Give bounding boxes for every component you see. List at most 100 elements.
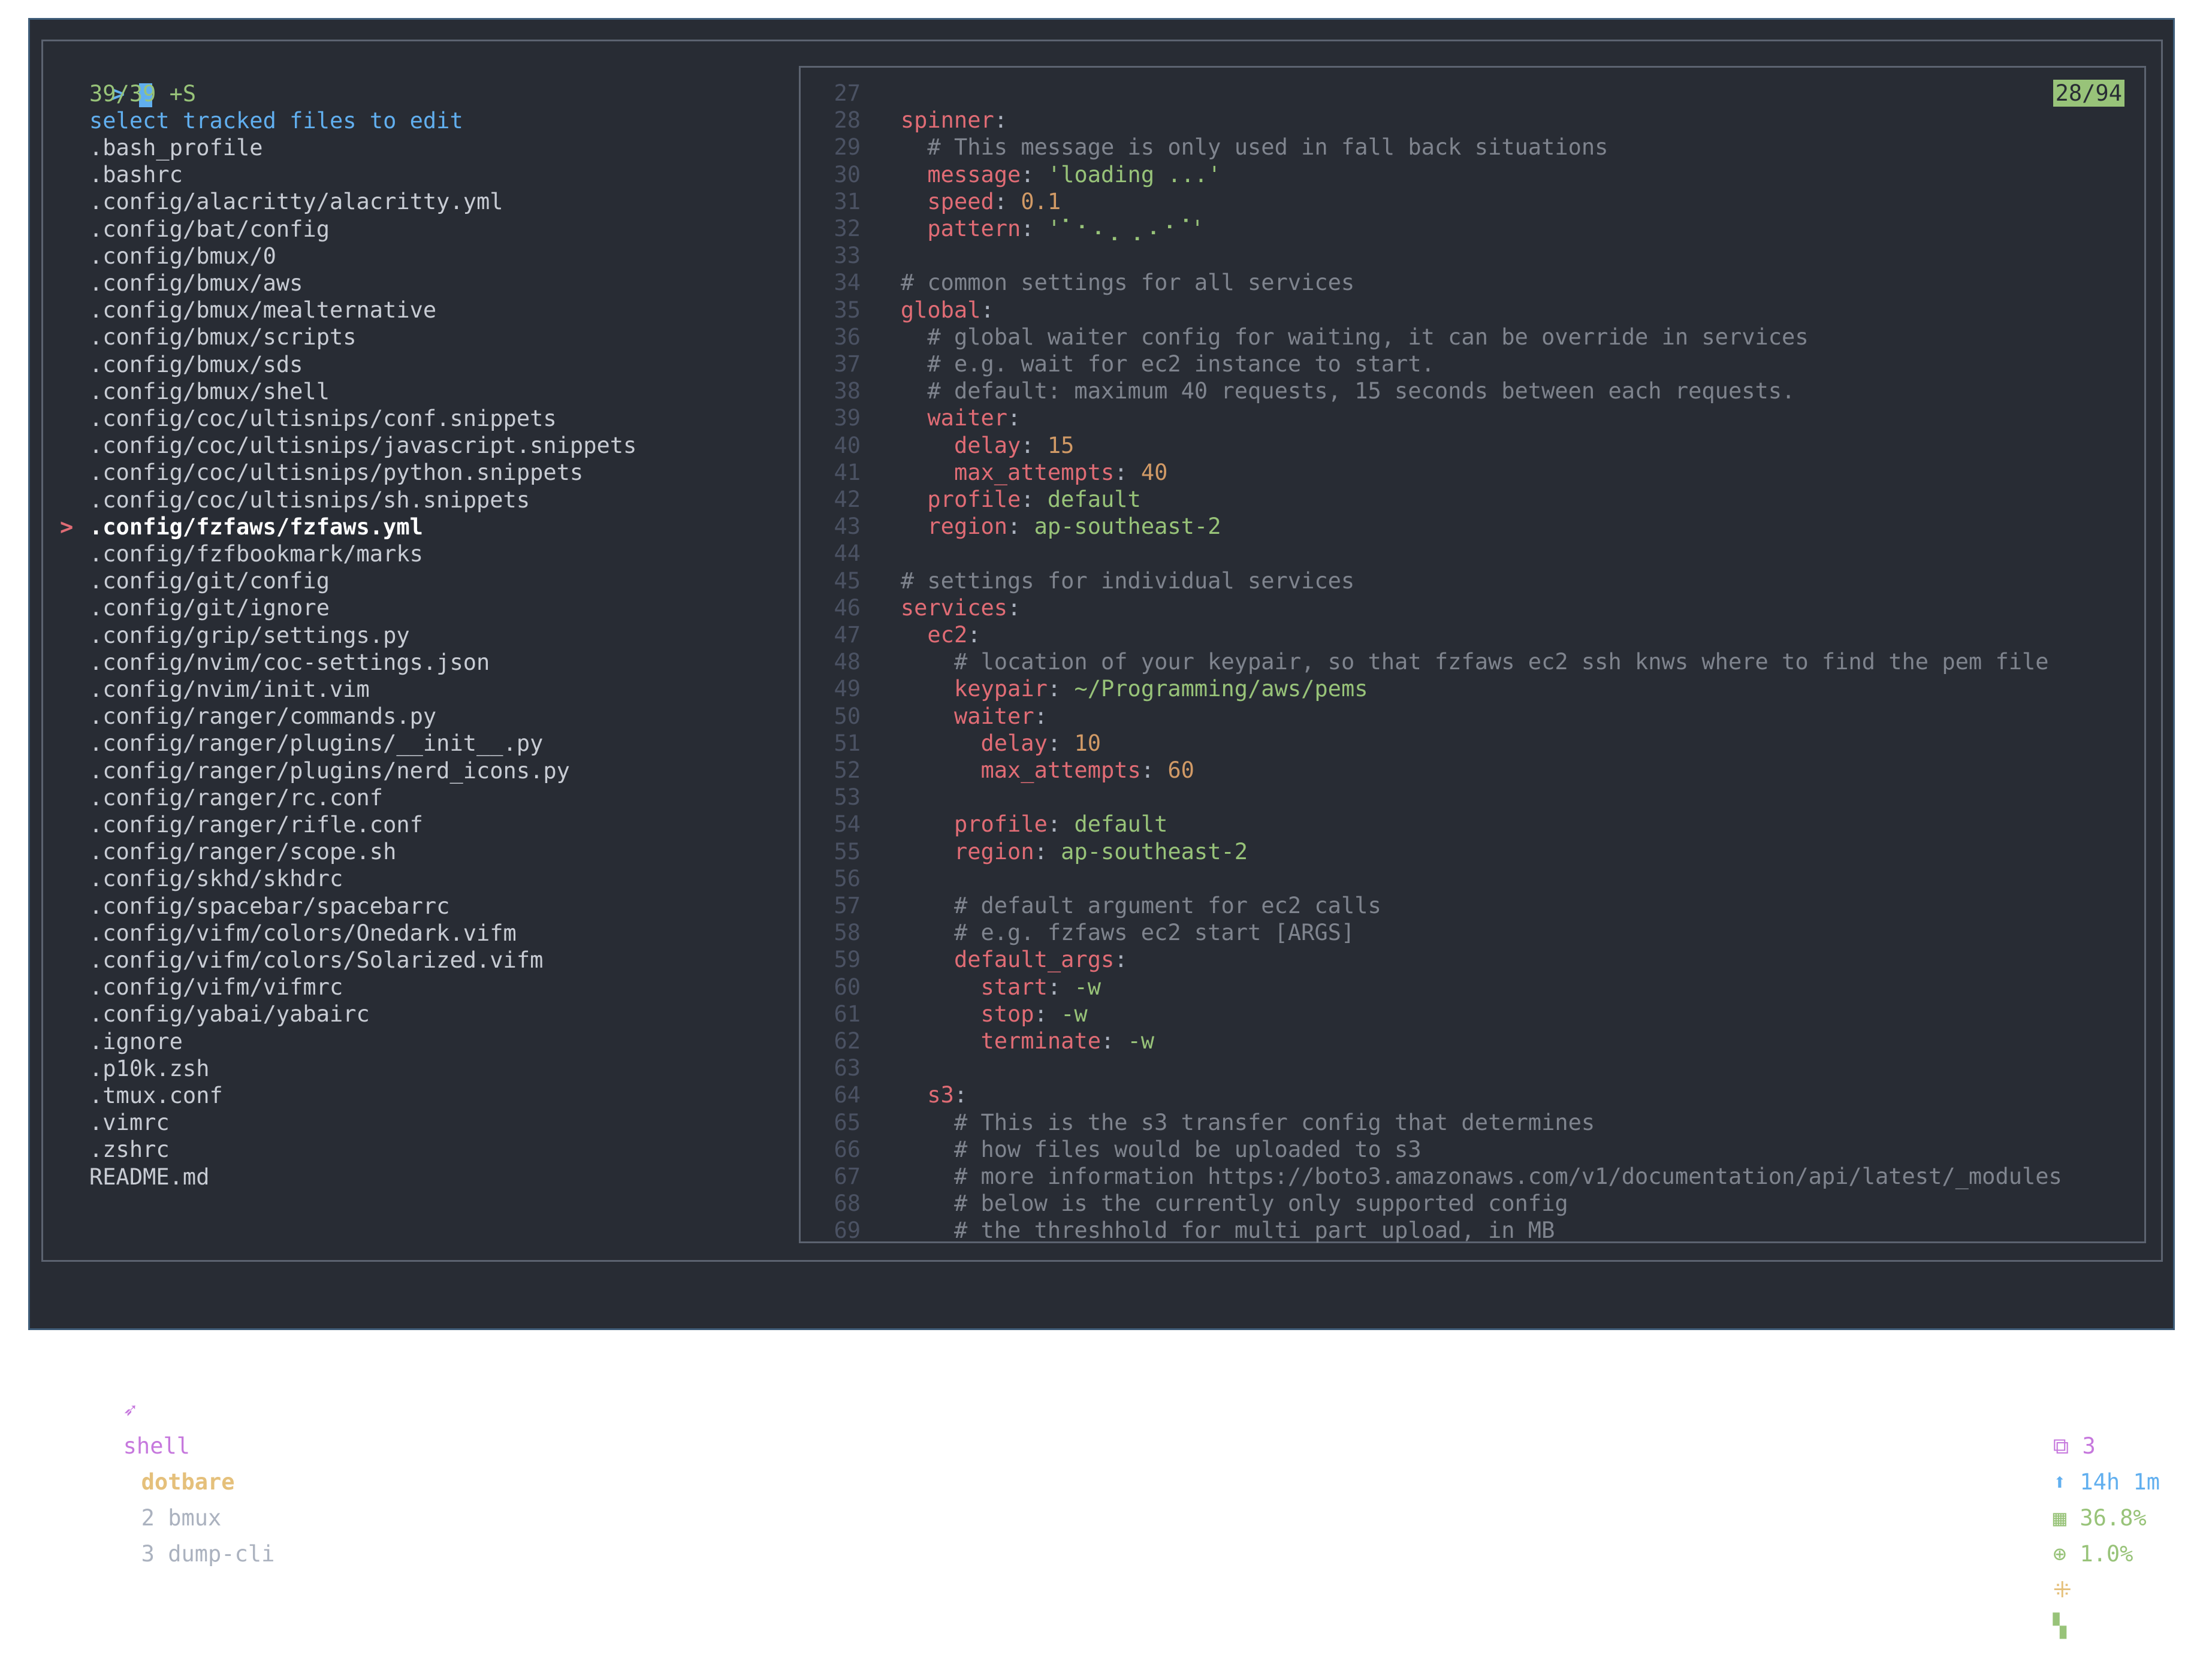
- code-line: 50 waiter:: [813, 703, 1048, 730]
- file-item[interactable]: .config/ranger/plugins/__init__.py: [89, 730, 543, 757]
- code-line: 51 delay: 10: [813, 730, 1101, 757]
- code-line: 44: [813, 540, 901, 567]
- file-item[interactable]: .config/coc/ultisnips/python.snippets: [89, 459, 583, 486]
- code-token-punct: :: [1034, 703, 1048, 729]
- file-item[interactable]: .config/vifm/colors/Solarized.vifm: [89, 947, 543, 974]
- file-item[interactable]: .ignore: [89, 1028, 183, 1055]
- window-tab-active[interactable]: dotbare: [141, 1464, 235, 1500]
- file-item[interactable]: .config/bmux/0: [89, 243, 276, 270]
- code-token-cmt: # below is the currently only supported …: [953, 1190, 1568, 1217]
- code-line: 68 # below is the currently only support…: [813, 1190, 1568, 1217]
- code-line: 30 message: 'loading ...': [813, 161, 1221, 188]
- file-item[interactable]: .config/coc/ultisnips/javascript.snippet…: [89, 432, 636, 459]
- file-item[interactable]: .config/grip/settings.py: [89, 622, 410, 649]
- code-token-cmt: # This message is only used in fall back…: [927, 134, 1609, 161]
- file-item[interactable]: .config/bmux/mealternative: [89, 297, 436, 324]
- code-line: 67 # more information https://boto3.amaz…: [813, 1163, 2062, 1190]
- code-token-cmt: # e.g. fzfaws ec2 start [ARGS]: [953, 920, 1355, 946]
- line-number: 51: [834, 730, 861, 756]
- file-item[interactable]: .config/vifm/vifmrc: [89, 974, 343, 1001]
- code-token-key: profile: [927, 487, 1021, 512]
- file-item[interactable]: .config/spacebar/spacebarrc: [89, 893, 449, 920]
- file-item[interactable]: .config/ranger/rc.conf: [89, 784, 383, 811]
- file-item[interactable]: .config/bat/config: [89, 216, 330, 243]
- file-item[interactable]: .config/coc/ultisnips/conf.snippets: [89, 405, 557, 432]
- file-item[interactable]: .config/bmux/sds: [89, 351, 303, 378]
- line-number: 58: [834, 920, 861, 946]
- file-item[interactable]: .config/nvim/init.vim: [89, 676, 370, 703]
- file-item[interactable]: .zshrc: [89, 1136, 170, 1163]
- file-item[interactable]: .config/git/config: [89, 567, 330, 594]
- selection-pointer: >: [60, 513, 74, 540]
- code-token-cmt: # e.g. wait for ec2 instance to start.: [927, 351, 1435, 377]
- code-line: 49 keypair: ~/Programming/aws/pems: [813, 675, 1368, 702]
- file-item[interactable]: .config/skhd/skhdrc: [89, 865, 343, 892]
- preview-position-badge: 28/94: [2053, 80, 2124, 107]
- file-item[interactable]: .config/bmux/aws: [89, 270, 303, 297]
- search-prompt[interactable]: >: [58, 53, 153, 107]
- file-item[interactable]: .config/nvim/coc-settings.json: [89, 649, 490, 676]
- code-line: 45 # settings for individual services: [813, 567, 1354, 594]
- match-count: 39/39 +S: [89, 81, 197, 107]
- code-token-punct: :: [1140, 757, 1168, 783]
- code-line: 31 speed: 0.1: [813, 188, 1061, 215]
- code-token-punct: :: [994, 107, 1008, 134]
- code-token-num: 15: [1047, 432, 1075, 458]
- code-token-key: delay: [953, 432, 1021, 458]
- code-line: 35 global:: [813, 297, 994, 324]
- line-number: 45: [834, 567, 861, 594]
- code-token-key: keypair: [953, 676, 1048, 702]
- memory-indicator: ▦ 36.8%: [2053, 1505, 2147, 1531]
- code-line: 61 stop: -w: [813, 1001, 1087, 1028]
- code-token-str: '⠁⠂⠄⡀⢀⠠⠐⠈': [1047, 216, 1205, 241]
- code-line: 42 profile: default: [813, 486, 1140, 513]
- file-item[interactable]: .tmux.conf: [89, 1082, 223, 1109]
- file-item[interactable]: .config/coc/ultisnips/sh.snippets: [89, 487, 530, 513]
- file-item[interactable]: .config/yabai/yabairc: [89, 1001, 370, 1028]
- file-item[interactable]: README.md: [89, 1164, 209, 1190]
- line-number: 27: [834, 80, 861, 106]
- line-number: 47: [834, 622, 861, 648]
- line-number: 66: [834, 1136, 861, 1162]
- code-token-punct: :: [1047, 811, 1075, 838]
- window-tab-2[interactable]: 2 bmux: [141, 1500, 222, 1536]
- code-line: 41 max_attempts: 40: [813, 459, 1167, 486]
- code-token-punct: :: [1047, 730, 1075, 756]
- line-number: 53: [834, 784, 861, 811]
- file-item-selected[interactable]: .config/fzfaws/fzfaws.yml: [89, 513, 423, 540]
- file-item[interactable]: .config/ranger/rifle.conf: [89, 811, 423, 838]
- file-item[interactable]: .config/bmux/shell: [89, 378, 330, 405]
- file-item[interactable]: .p10k.zsh: [89, 1055, 209, 1082]
- window-tab-3[interactable]: 3 dump-cli: [141, 1536, 275, 1572]
- file-item[interactable]: .config/ranger/scope.sh: [89, 838, 396, 865]
- file-item[interactable]: .config/alacritty/alacritty.yml: [89, 188, 503, 215]
- code-line: 55 region: ap-southeast-2: [813, 838, 1248, 865]
- file-item[interactable]: .bashrc: [89, 161, 183, 188]
- code-token-str: -w: [1127, 1028, 1155, 1054]
- file-item[interactable]: .config/git/ignore: [89, 594, 330, 621]
- code-token-key: spinner: [900, 107, 994, 134]
- code-line: 63: [813, 1054, 901, 1081]
- file-item[interactable]: .config/fzfbookmark/marks: [89, 540, 423, 567]
- file-item[interactable]: .config/bmux/scripts: [89, 324, 357, 350]
- line-number: 61: [834, 1001, 861, 1027]
- line-number: 40: [834, 432, 861, 458]
- tmux-status-bar: ➶ shell dotbare 2 bmux 3 dump-cli ⧉ 3 ⬆ …: [30, 1285, 2173, 1639]
- file-item[interactable]: .config/vifm/colors/Onedark.vifm: [89, 920, 517, 947]
- line-number: 34: [834, 270, 861, 296]
- code-token-punct: :: [1021, 432, 1048, 458]
- code-line: 52 max_attempts: 60: [813, 757, 1194, 784]
- file-item[interactable]: .config/ranger/commands.py: [89, 703, 436, 730]
- file-item[interactable]: .bash_profile: [89, 134, 263, 161]
- line-number: 56: [834, 865, 861, 892]
- code-line: 39 waiter:: [813, 404, 1021, 431]
- code-token-cmt: # global waiter config for waiting, it c…: [927, 324, 1809, 350]
- file-item[interactable]: .vimrc: [89, 1109, 170, 1136]
- session-name[interactable]: shell: [123, 1433, 190, 1459]
- file-item[interactable]: .config/ranger/plugins/nerd_icons.py: [89, 757, 570, 784]
